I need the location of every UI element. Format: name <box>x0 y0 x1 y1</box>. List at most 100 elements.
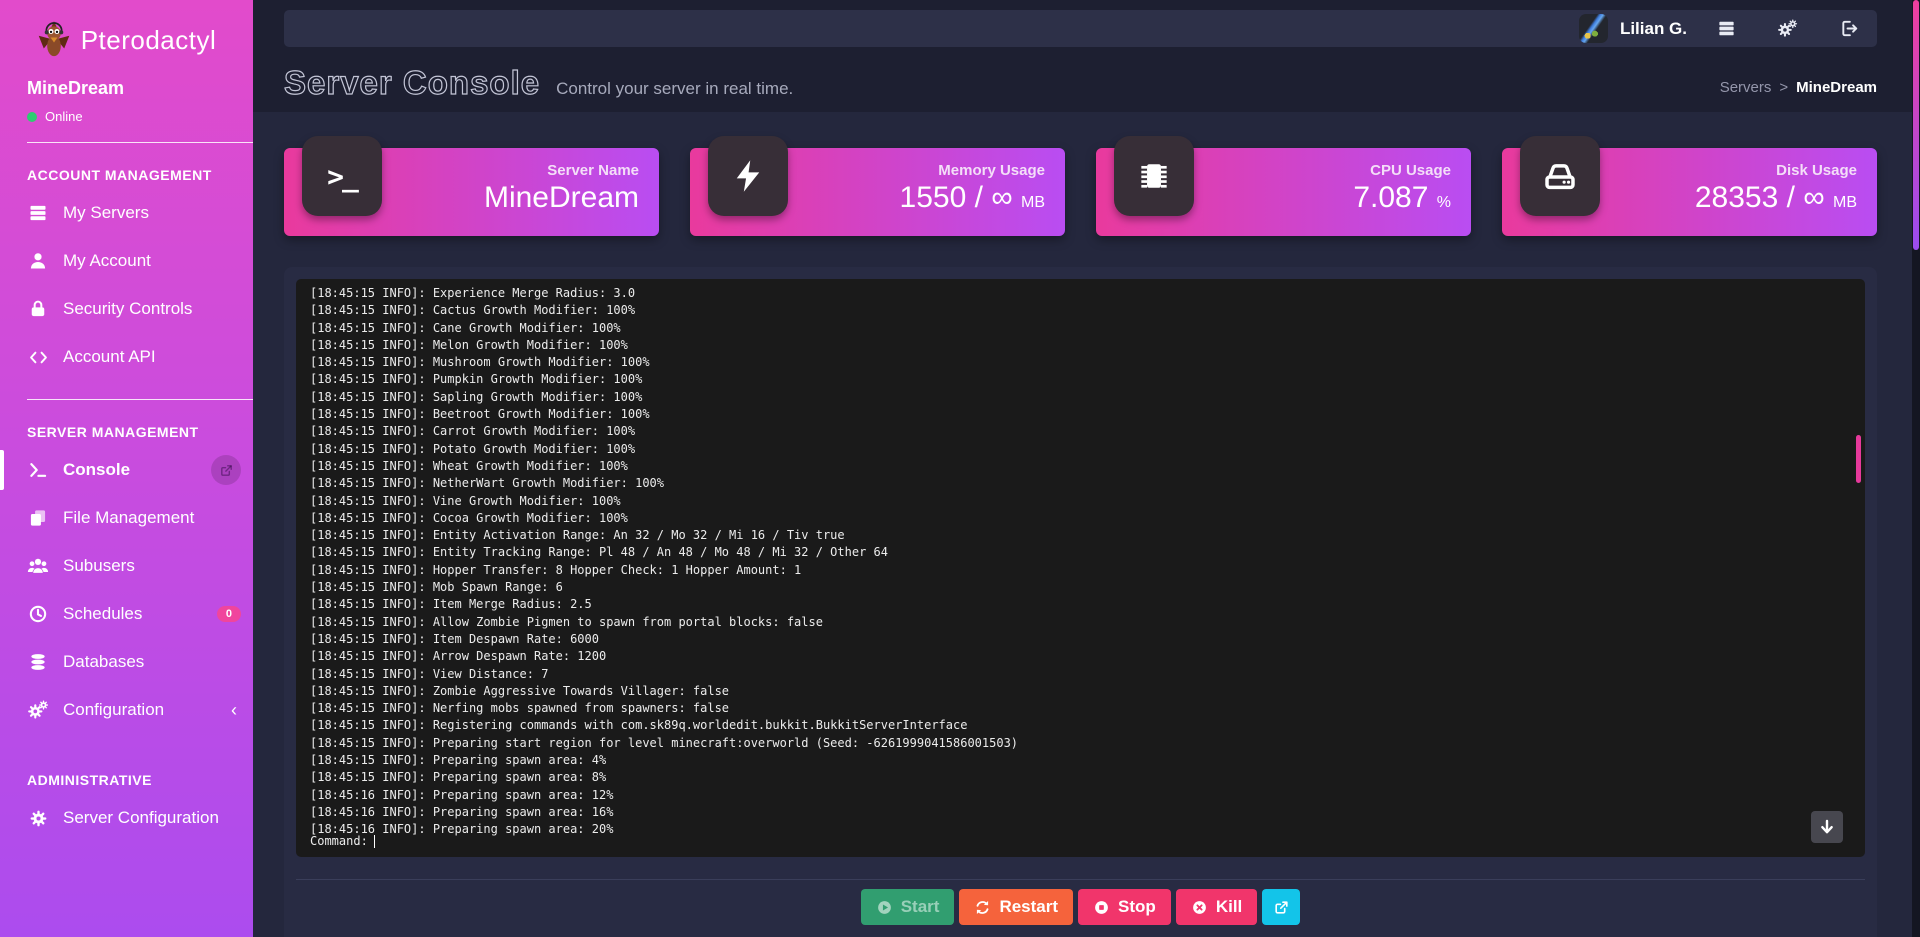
console-log-line: [18:45:15 INFO]: Entity Tracking Range: … <box>310 544 1851 561</box>
sidebar-item-file-management[interactable]: File Management <box>0 494 253 542</box>
settings-gears-icon[interactable] <box>1778 19 1798 39</box>
start-button[interactable]: Start <box>861 889 955 925</box>
sidebar-item-my-servers[interactable]: My Servers <box>0 189 253 237</box>
page-scrollbar-thumb[interactable] <box>1913 0 1919 250</box>
console-log-line: [18:45:15 INFO]: Sapling Growth Modifier… <box>310 389 1851 406</box>
stat-label: Memory Usage <box>900 162 1045 179</box>
console-log-line: [18:45:15 INFO]: Zombie Aggressive Towar… <box>310 683 1851 700</box>
console-log-line: [18:45:15 INFO]: Preparing spawn area: 8… <box>310 769 1851 786</box>
command-prompt-label: Command: <box>310 834 368 848</box>
sidebar-item-label: Subusers <box>63 556 135 576</box>
bolt-icon <box>708 136 788 216</box>
sidebar-item-server-configuration[interactable]: Server Configuration <box>0 794 253 842</box>
sidebar-server-block: MineDream Online <box>0 64 253 124</box>
popout-console-button[interactable] <box>1262 889 1300 925</box>
console-log-line: [18:45:15 INFO]: Carrot Growth Modifier:… <box>310 423 1851 440</box>
console-popout-icon[interactable] <box>211 455 241 485</box>
sidebar-server-name: MineDream <box>27 78 253 99</box>
console-log-line: [18:45:15 INFO]: Potato Growth Modifier:… <box>310 441 1851 458</box>
console-log-line: [18:45:15 INFO]: Arrow Despawn Rate: 120… <box>310 648 1851 665</box>
external-link-icon <box>1273 899 1290 916</box>
pterodactyl-logo-icon <box>37 21 71 59</box>
console-log-line: [18:45:15 INFO]: Cane Growth Modifier: 1… <box>310 320 1851 337</box>
console-log-line: [18:45:15 INFO]: Mushroom Growth Modifie… <box>310 354 1851 371</box>
chip-icon <box>1114 136 1194 216</box>
online-status-dot <box>27 112 37 122</box>
schedules-count-badge: 0 <box>217 606 241 622</box>
database-icon <box>27 651 49 673</box>
sidebar-item-databases[interactable]: Databases <box>0 638 253 686</box>
stat-unit: MB <box>1021 194 1045 211</box>
terminal-icon <box>27 459 49 481</box>
users-icon <box>27 555 49 577</box>
sidebar-item-label: My Servers <box>63 203 149 223</box>
stat-card-disk: Disk Usage 28353 / ∞ MB <box>1502 148 1877 236</box>
console-log-line: [18:45:15 INFO]: Entity Activation Range… <box>310 527 1851 544</box>
server-status: Online <box>27 109 253 124</box>
stat-unit: % <box>1437 194 1451 211</box>
console-log-line: [18:45:15 INFO]: Melon Growth Modifier: … <box>310 337 1851 354</box>
sidebar-item-label: File Management <box>63 508 194 528</box>
restart-button[interactable]: Restart <box>959 889 1073 925</box>
breadcrumb: Servers > MineDream <box>1720 79 1877 102</box>
sync-icon <box>974 899 991 916</box>
chevron-left-icon: ‹ <box>231 700 237 721</box>
online-status-label: Online <box>45 109 83 124</box>
times-circle-icon <box>1191 899 1208 916</box>
sign-out-icon[interactable] <box>1840 19 1859 38</box>
main-area: Lilian G. Server Console Control your se… <box>253 0 1920 937</box>
stat-unit: MB <box>1833 194 1857 211</box>
console-log-line: [18:45:16 INFO]: Preparing spawn area: 1… <box>310 787 1851 804</box>
command-input[interactable]: Command: <box>310 833 375 850</box>
sidebar-item-account-api[interactable]: Account API <box>0 333 253 381</box>
console-scrollbar-thumb[interactable] <box>1856 435 1861 483</box>
console-log-line: [18:45:15 INFO]: Allow Zombie Pigmen to … <box>310 614 1851 631</box>
console-log: [18:45:15 INFO]: Experience Merge Radius… <box>310 285 1851 839</box>
console-log-line: [18:45:15 INFO]: NetherWart Growth Modif… <box>310 475 1851 492</box>
server-list-icon[interactable] <box>1717 19 1736 38</box>
topbar: Lilian G. <box>284 10 1877 47</box>
brand-name: Pterodactyl <box>81 25 217 56</box>
sidebar-item-configuration[interactable]: Configuration ‹ <box>0 686 253 734</box>
username[interactable]: Lilian G. <box>1620 19 1687 39</box>
page-title: Server Console <box>284 64 540 102</box>
console-log-line: [18:45:16 INFO]: Preparing spawn area: 2… <box>310 821 1851 838</box>
sidebar-item-schedules[interactable]: Schedules 0 <box>0 590 253 638</box>
page-subtitle: Control your server in real time. <box>556 79 793 99</box>
stat-cards-row: >_ Server Name MineDream Memory Usage 15… <box>284 148 1877 236</box>
sidebar-item-security-controls[interactable]: Security Controls <box>0 285 253 333</box>
console-log-line: [18:45:16 INFO]: Preparing spawn area: 1… <box>310 804 1851 821</box>
servers-icon <box>27 202 49 224</box>
brand[interactable]: Pterodactyl <box>0 0 253 64</box>
app-root: Pterodactyl MineDream Online ACCOUNT MAN… <box>0 0 1920 937</box>
console-log-line: [18:45:15 INFO]: Wheat Growth Modifier: … <box>310 458 1851 475</box>
stat-value: 1550 / ∞ <box>900 181 1013 214</box>
avatar[interactable] <box>1579 14 1608 43</box>
sidebar-item-label: Security Controls <box>63 299 192 319</box>
kill-button[interactable]: Kill <box>1176 889 1257 925</box>
sidebar-item-label: Console <box>63 460 130 480</box>
sidebar-item-label: Account API <box>63 347 156 367</box>
console-log-line: [18:45:15 INFO]: Nerfing mobs spawned fr… <box>310 700 1851 717</box>
console-log-line: [18:45:15 INFO]: Cactus Growth Modifier:… <box>310 302 1851 319</box>
stat-value: 28353 / ∞ <box>1695 181 1825 214</box>
sidebar-item-subusers[interactable]: Subusers <box>0 542 253 590</box>
console-log-line: [18:45:15 INFO]: Hopper Transfer: 8 Hopp… <box>310 562 1851 579</box>
console-log-line: [18:45:15 INFO]: Vine Growth Modifier: 1… <box>310 493 1851 510</box>
scroll-to-bottom-button[interactable] <box>1811 811 1843 843</box>
stat-card-server-name: >_ Server Name MineDream <box>284 148 659 236</box>
sidebar-item-label: Schedules <box>63 604 142 624</box>
sidebar-item-my-account[interactable]: My Account <box>0 237 253 285</box>
console-log-line: [18:45:15 INFO]: Preparing spawn area: 4… <box>310 752 1851 769</box>
stat-label: Disk Usage <box>1695 162 1857 179</box>
stat-label: Server Name <box>484 162 639 179</box>
sidebar-item-label: My Account <box>63 251 151 271</box>
sidebar-item-console[interactable]: Console <box>0 446 253 494</box>
user-icon <box>27 250 49 272</box>
lock-icon <box>27 298 49 320</box>
stop-button[interactable]: Stop <box>1078 889 1171 925</box>
section-heading-server: SERVER MANAGEMENT <box>0 400 253 446</box>
breadcrumb-servers-link[interactable]: Servers <box>1720 79 1772 96</box>
section-heading-admin: ADMINISTRATIVE <box>0 734 253 794</box>
page-scrollbar[interactable] <box>1912 0 1920 937</box>
